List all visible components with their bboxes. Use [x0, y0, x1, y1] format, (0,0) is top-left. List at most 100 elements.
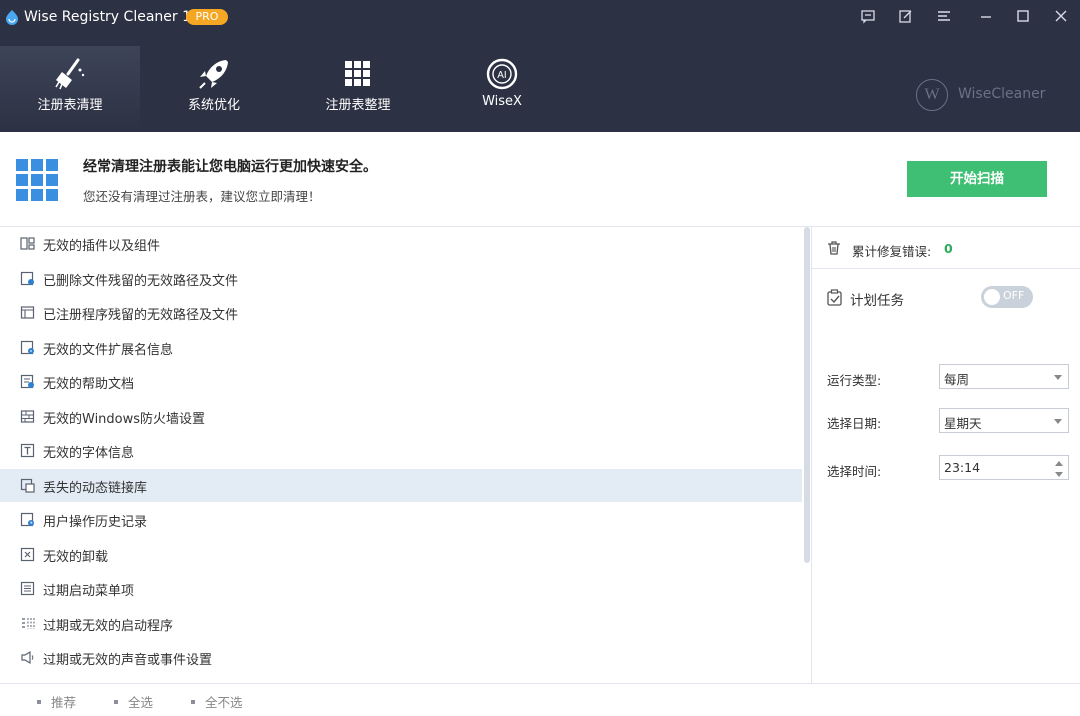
tab-registry-clean[interactable]: 注册表清理	[0, 46, 140, 132]
list-item-label: 无效的文件扩展名信息	[43, 342, 174, 358]
list-item[interactable]: 无效的文件扩展名信息	[0, 331, 802, 364]
list-item-label: 无效的插件以及组件	[43, 239, 161, 254]
svg-text:AI: AI	[497, 70, 506, 81]
close-icon[interactable]	[1050, 5, 1072, 27]
sound-icon	[21, 650, 34, 665]
spin-up-icon[interactable]	[1055, 461, 1063, 466]
list-item[interactable]: 无效的帮助文档	[0, 365, 802, 398]
menu-icon[interactable]	[933, 5, 955, 27]
deleted-file-icon	[20, 271, 34, 285]
tab-wisex[interactable]: AI WiseX	[432, 46, 572, 132]
list-item[interactable]: 过期或无效的启动程序	[0, 607, 802, 640]
info-banner: 经常清理注册表能让您电脑运行更加快速安全。 您还没有清理过注册表，建议您立即清理…	[0, 132, 1080, 227]
scrollbar[interactable]	[804, 227, 810, 683]
list-item[interactable]: 无效的字体信息	[0, 434, 802, 467]
font-icon	[20, 443, 35, 458]
app-title: Wise Registry Cleaner 11	[24, 9, 200, 25]
run-type-label: 运行类型:	[827, 373, 882, 388]
fixed-errors-row: 累计修复错误: 0	[812, 227, 1080, 269]
list-item[interactable]: 无效的卸载	[0, 538, 802, 571]
chevron-down-icon	[1054, 419, 1062, 424]
start-scan-button[interactable]: 开始扫描	[907, 161, 1047, 197]
list-item-label: 已注册程序残留的无效路径及文件	[43, 308, 239, 323]
list-item-label: 过期或无效的声音或事件设置	[43, 653, 213, 668]
list-item-label: 无效的Windows防火墙设置	[43, 411, 206, 427]
time-label: 选择时间:	[827, 464, 882, 479]
date-select[interactable]: 星期天	[939, 408, 1069, 433]
spin-down-icon[interactable]	[1055, 472, 1063, 477]
list-item[interactable]: 无效的插件以及组件	[0, 227, 802, 260]
uninstall-icon	[20, 547, 35, 561]
rocket-icon	[199, 60, 228, 89]
recommend-label: 推荐	[51, 695, 77, 710]
list-item[interactable]: 已删除文件残留的无效路径及文件	[0, 262, 802, 295]
select-none-label: 全不选	[205, 695, 243, 710]
tab-label: 注册表清理	[37, 98, 103, 113]
toggle-state: OFF	[1003, 289, 1025, 302]
title-bar: Wise Registry Cleaner 11 PRO	[0, 0, 1080, 34]
list-item-label: 无效的卸载	[43, 549, 109, 565]
tab-label: 注册表整理	[325, 98, 391, 113]
footer-bar: 推荐 全选 全不选	[0, 683, 1080, 716]
time-stepper[interactable]: 23:14	[939, 455, 1069, 480]
list-item-label: 无效的字体信息	[43, 446, 135, 461]
trash-icon	[828, 241, 840, 255]
list-item-label: 过期启动菜单项	[43, 584, 135, 599]
dll-icon	[20, 478, 35, 493]
list-item-label: 用户操作历史记录	[43, 515, 148, 530]
category-list: 无效的插件以及组件 已删除文件残留的无效路径及文件 已注册程序残留的无效路径及文件无…	[0, 227, 812, 683]
app-logo-icon	[6, 10, 18, 25]
grid-icon	[345, 61, 370, 86]
bullet-icon	[114, 699, 118, 704]
clipboard-check-icon	[827, 289, 842, 306]
banner-title: 经常清理注册表能让您电脑运行更加快速安全。	[83, 159, 377, 175]
bullet-icon	[191, 699, 195, 704]
fixed-errors-label: 累计修复错误:	[852, 244, 932, 259]
select-all-label: 全选	[128, 695, 154, 710]
start-menu-icon	[20, 581, 35, 596]
schedule-panel: 累计修复错误: 0 计划任务 OFF 运行类型: 每周 选择日期: 星期天 选择…	[812, 227, 1080, 683]
run-type-value: 每周	[944, 372, 970, 387]
list-item-label: 过期或无效的启动程序	[43, 618, 174, 634]
bullet-icon	[37, 699, 41, 704]
chevron-down-icon	[1054, 375, 1062, 380]
schedule-toggle[interactable]: OFF	[981, 286, 1033, 308]
header-bar: Wise Registry Cleaner 11 PRO 注册表清理 系统优化 …	[0, 0, 1080, 132]
ai-icon: AI	[486, 58, 518, 90]
registry-grid-icon	[16, 159, 58, 201]
brand-name: WiseCleaner	[958, 86, 1046, 102]
tab-label: WiseX	[482, 94, 522, 109]
list-item[interactable]: 丢失的动态链接库	[0, 468, 802, 502]
list-item[interactable]: 已注册程序残留的无效路径及文件	[0, 296, 802, 329]
program-icon	[20, 306, 35, 319]
list-item-label: 丢失的动态链接库	[43, 480, 148, 496]
select-all-link[interactable]: 全选	[114, 692, 153, 711]
time-value: 23:14	[944, 460, 981, 475]
minimize-icon[interactable]	[975, 5, 997, 27]
list-item[interactable]: 过期或无效的声音或事件设置	[0, 641, 802, 674]
pro-badge: PRO	[186, 9, 228, 25]
toggle-knob	[984, 289, 1000, 305]
broom-icon	[55, 58, 85, 90]
fixed-errors-count: 0	[944, 241, 953, 256]
scrollbar-thumb[interactable]	[804, 227, 810, 563]
help-doc-icon	[20, 374, 34, 389]
edit-icon[interactable]	[895, 5, 917, 27]
list-item[interactable]: 无效的Windows防火墙设置	[0, 400, 802, 433]
date-label: 选择日期:	[827, 416, 882, 431]
recommend-link[interactable]: 推荐	[37, 692, 76, 711]
date-value: 星期天	[944, 416, 982, 431]
maximize-icon[interactable]	[1012, 5, 1034, 27]
schedule-label: 计划任务	[850, 293, 904, 309]
select-none-link[interactable]: 全不选	[191, 692, 243, 711]
wisecleaner-logo: W WiseCleaner	[916, 79, 1056, 111]
tab-registry-defrag[interactable]: 注册表整理	[288, 46, 428, 132]
file-extension-icon	[20, 340, 34, 354]
run-type-select[interactable]: 每周	[939, 364, 1069, 389]
brand-logo-icon: W	[916, 79, 948, 111]
list-item[interactable]: 过期启动菜单项	[0, 572, 802, 605]
list-item[interactable]: 用户操作历史记录	[0, 503, 802, 536]
tab-system-optimize[interactable]: 系统优化	[144, 46, 284, 132]
list-item-label: 已删除文件残留的无效路径及文件	[43, 273, 239, 289]
feedback-icon[interactable]	[857, 5, 879, 27]
